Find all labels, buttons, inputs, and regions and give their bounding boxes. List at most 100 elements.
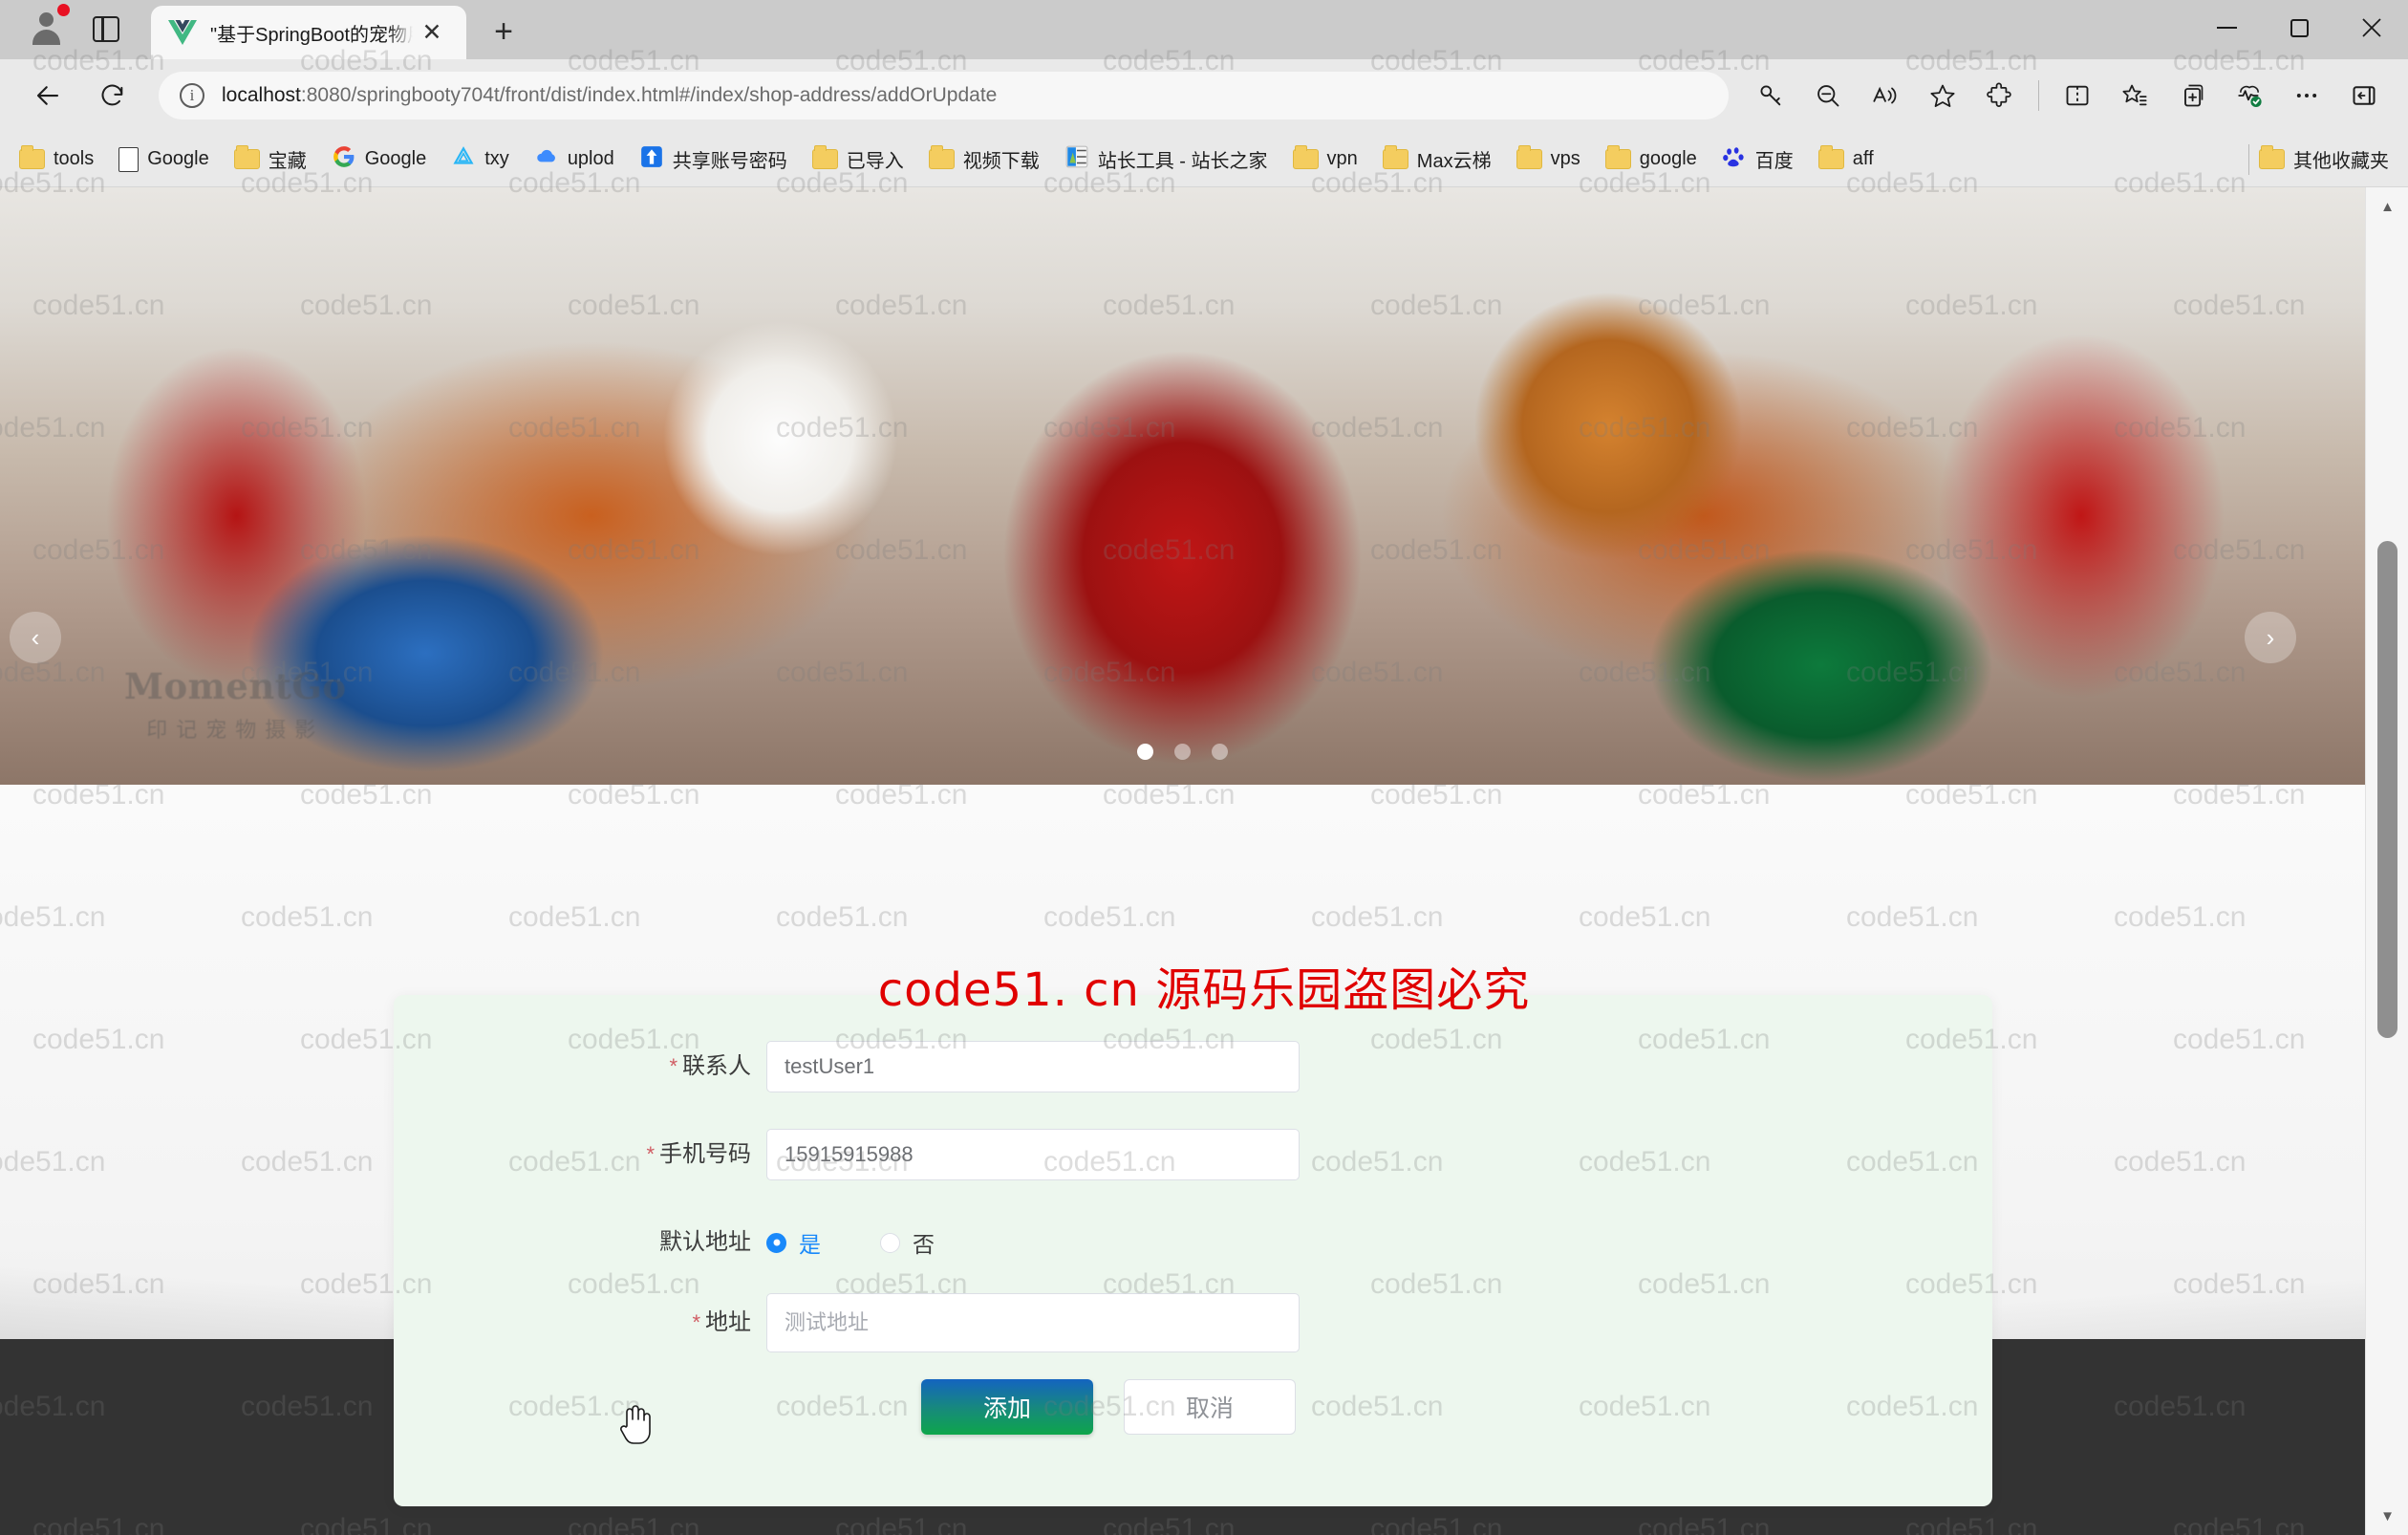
back-button[interactable] xyxy=(21,69,75,122)
bookmark-item[interactable]: 已导入 xyxy=(811,145,904,173)
phone-input[interactable] xyxy=(766,1129,1300,1180)
bookmark-label: vps xyxy=(1550,148,1580,169)
browser-essentials-button[interactable] xyxy=(2224,70,2275,121)
brand-logo: MomentGo 印记宠物摄影 xyxy=(124,665,347,744)
address-bar[interactable]: i localhost:8080/springbooty704t/front/d… xyxy=(159,72,1729,119)
bookmark-label: 宝藏 xyxy=(268,151,307,172)
reload-icon xyxy=(101,84,123,106)
tab-close-icon[interactable]: ✕ xyxy=(415,15,449,50)
page-viewport: MomentGo 印记宠物摄影 ‹ › * 联系人 testUser1 * 手机… xyxy=(0,187,2408,1535)
carousel-dot[interactable] xyxy=(1212,744,1228,760)
bookmark-item[interactable]: txy xyxy=(451,144,509,174)
bookmark-label: Max云梯 xyxy=(1416,151,1492,172)
close-window-button[interactable] xyxy=(2335,0,2408,55)
bookmark-item[interactable]: uplod xyxy=(534,144,614,174)
close-icon xyxy=(2362,18,2381,37)
submit-button[interactable]: 添加 xyxy=(921,1379,1093,1435)
bookmark-item[interactable]: 共享账号密码 xyxy=(639,144,787,174)
carousel-dot[interactable] xyxy=(1137,744,1153,760)
new-tab-button[interactable]: + xyxy=(482,10,526,54)
tab-title: "基于SpringBoot的宠物用品交易 xyxy=(210,24,413,46)
radio-option-yes[interactable]: 是 xyxy=(766,1226,821,1259)
scroll-down-arrow-icon[interactable]: ▼ xyxy=(2366,1497,2408,1535)
contact-label: * 联系人 xyxy=(394,1041,766,1092)
red-watermark-text: code51. cn 源码乐园盗图必究 xyxy=(877,963,1531,1017)
bookmark-item[interactable]: aff xyxy=(1817,145,1874,170)
collections-button[interactable] xyxy=(2109,70,2161,121)
read-aloud-icon xyxy=(1873,86,1897,104)
brand-logo-sub: 印记宠物摄影 xyxy=(146,718,325,742)
split-screen-button[interactable] xyxy=(2052,70,2103,121)
bookmark-label: 百度 xyxy=(1754,151,1794,172)
bookmark-item[interactable]: Max云梯 xyxy=(1382,145,1492,173)
address-form: *联系人 *手机号码 默认地址 是 xyxy=(394,995,1992,1506)
tab-search-button[interactable] xyxy=(80,3,132,54)
extensions-button[interactable] xyxy=(1974,70,2026,121)
address-textarea[interactable] xyxy=(766,1293,1300,1352)
zoom-out-icon xyxy=(1817,85,1839,107)
contact-input[interactable] xyxy=(766,1041,1300,1092)
required-star-icon: * xyxy=(669,1054,677,1078)
page-icon xyxy=(118,146,140,172)
hero-carousel[interactable]: MomentGo 印记宠物摄影 ‹ › xyxy=(0,187,2365,785)
bookmark-item[interactable]: Google xyxy=(332,144,426,174)
radio-unselected-icon[interactable] xyxy=(880,1232,900,1253)
radio-option-no[interactable]: 否 xyxy=(880,1226,935,1259)
radio-label-yes: 是 xyxy=(799,1232,821,1257)
phone-label-text: 手机号码 xyxy=(659,1141,751,1167)
bookmark-item[interactable]: google xyxy=(1604,145,1697,170)
bookmark-item[interactable]: 视频下载 xyxy=(928,145,1040,173)
bookmarks-divider xyxy=(2248,143,2249,175)
bookmark-label: tools xyxy=(54,148,95,169)
password-key-button[interactable] xyxy=(1745,70,1796,121)
scrollbar-thumb[interactable] xyxy=(2377,541,2397,1038)
bookmark-item[interactable]: vps xyxy=(1516,145,1580,170)
contact-label-text: 联系人 xyxy=(682,1053,751,1079)
minimize-button[interactable] xyxy=(2190,0,2263,55)
browser-tab[interactable]: "基于SpringBoot的宠物用品交易 ✕ xyxy=(151,6,466,59)
bookmark-item[interactable]: vpn xyxy=(1292,145,1358,170)
folder-icon xyxy=(1292,145,1319,169)
url-text: localhost:8080/springbooty704t/front/dis… xyxy=(222,84,997,107)
sidebar-toggle-button[interactable] xyxy=(2338,70,2390,121)
add-to-collection-button[interactable] xyxy=(2166,70,2218,121)
add-to-collection-icon xyxy=(2184,84,2204,107)
scroll-up-arrow-icon[interactable]: ▲ xyxy=(2366,187,2408,226)
avatar-icon xyxy=(30,12,62,45)
collections-icon xyxy=(2122,84,2147,106)
bookmark-item[interactable]: 宝藏 xyxy=(233,145,307,173)
site-info-icon[interactable]: i xyxy=(180,83,204,108)
carousel-next-button[interactable]: › xyxy=(2245,612,2296,663)
radio-selected-icon[interactable] xyxy=(766,1232,786,1253)
toolbar-divider xyxy=(2038,80,2039,111)
carousel-dot[interactable] xyxy=(1174,744,1191,760)
folder-icon xyxy=(1382,145,1408,169)
minimize-icon xyxy=(2217,27,2237,29)
zoom-out-button[interactable] xyxy=(1802,70,1854,121)
bookmark-label: vpn xyxy=(1326,148,1358,169)
reload-button[interactable] xyxy=(86,69,140,122)
bookmark-label: txy xyxy=(484,148,509,169)
profile-button[interactable] xyxy=(19,2,73,55)
read-aloud-button[interactable] xyxy=(1860,70,1911,121)
bookmark-item[interactable]: 百度 xyxy=(1722,144,1794,174)
bookmark-label: aff xyxy=(1852,148,1874,169)
shared-icon xyxy=(639,144,664,174)
bookmark-item[interactable]: tools xyxy=(19,145,95,170)
page-scrollbar[interactable]: ▲ ▼ xyxy=(2365,187,2408,1535)
bookmark-item[interactable]: 站长工具 - 站长之家 xyxy=(1064,144,1268,174)
bookmark-label: 视频下载 xyxy=(962,151,1040,172)
cancel-button[interactable]: 取消 xyxy=(1124,1379,1296,1435)
bookmark-label: google xyxy=(1639,148,1697,169)
tencent-cloud-icon xyxy=(451,144,476,174)
bookmark-item[interactable]: Google xyxy=(118,146,209,172)
more-options-button[interactable] xyxy=(2281,70,2333,121)
favorite-button[interactable] xyxy=(1917,70,1968,121)
maximize-button[interactable] xyxy=(2263,0,2335,55)
required-star-icon: * xyxy=(692,1310,700,1334)
address-label: * 地址 xyxy=(394,1293,766,1352)
url-host: localhost xyxy=(222,84,301,106)
restore-icon xyxy=(2290,14,2317,37)
other-bookmarks-item[interactable]: 其他收藏夹 xyxy=(2259,145,2389,173)
carousel-prev-button[interactable]: ‹ xyxy=(10,612,61,663)
